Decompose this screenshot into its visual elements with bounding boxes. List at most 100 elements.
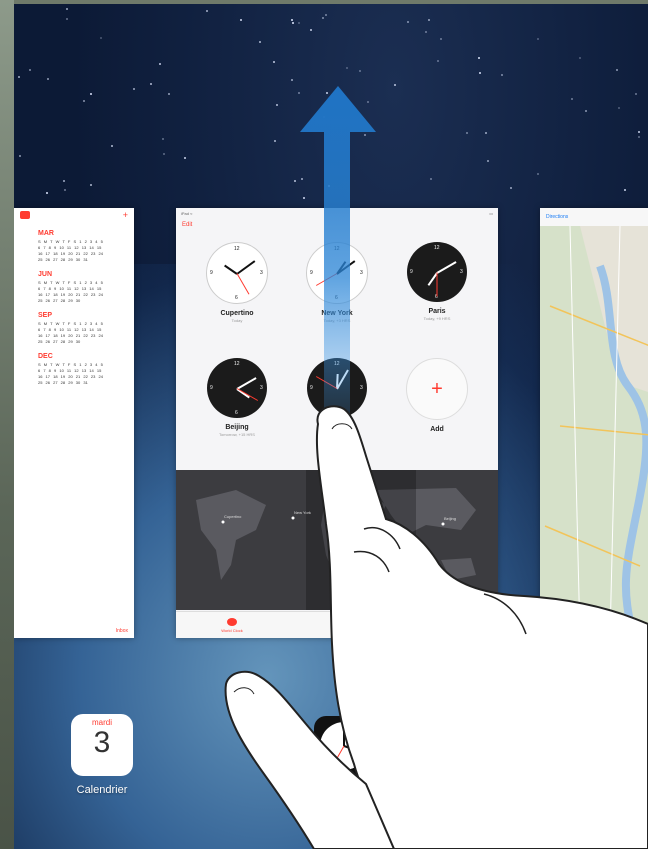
time-offset: Today, +3 HRS [323,318,351,323]
star [326,91,329,94]
star [346,66,349,69]
star [440,37,443,40]
star [272,60,275,63]
tab-world-clock[interactable]: World Clock [221,617,243,633]
star [149,82,152,85]
star [273,140,276,143]
calendar-app-card[interactable]: + MAR S M T W T F S 1 2 3 4 5 6 7 8 9 10… [14,208,134,638]
world-clock-item[interactable]: 12 3 6 9 New York Today, +3 HRS [292,242,382,323]
star [618,106,621,109]
world-clock-item[interactable]: 12 3 6 9 Cupertino Today [192,242,282,323]
star [82,99,85,102]
add-event-icon: + [122,210,128,220]
star [64,189,67,192]
month-block: SEP S M T W T F S 1 2 3 4 5 6 7 8 9 10 1… [14,312,134,345]
clock-app-card[interactable]: iPad ≈ ▭ Edit 12 3 6 9 Cupertino Today 12 3 6… [176,208,498,638]
month-grid: S M T W T F S 1 2 3 4 5 6 7 8 9 10 11 12… [38,321,103,344]
star [325,14,328,17]
map-label: New York [294,510,311,515]
add-clock-item[interactable]: + Add [392,358,482,433]
world-map: Cupertino New York Paris Beijing [176,470,498,610]
clock-hand [236,273,250,295]
tab-label: Alarm [333,627,344,633]
star [133,87,136,90]
directions-link[interactable]: Directions [540,208,648,226]
time-offset: Today [231,318,243,323]
star [358,70,361,73]
map-label: Cupertino [224,514,242,519]
star [479,71,482,74]
clock-hand [315,273,338,286]
star [584,109,587,112]
calendar-app-icon[interactable]: mardi 3 [71,714,133,776]
clock-numeral: 12 [334,246,340,252]
tab-label: Stopwatch [434,627,453,633]
star [45,191,48,194]
clock-numeral: 9 [310,385,313,391]
clock-numeral: 3 [260,270,263,276]
star [89,183,92,186]
star [363,134,366,137]
star [163,152,166,155]
star [537,172,540,175]
month-block: JUN S M T W T F S 1 2 3 4 5 6 7 8 9 10 1… [14,271,134,304]
inbox-link[interactable]: Inbox [116,628,128,634]
star [297,22,300,25]
star [297,91,300,94]
clock-app-icon[interactable] [314,716,374,776]
star [484,132,487,135]
clock-hand [436,272,438,297]
world-clock-item[interactable]: 12 3 6 9 Paris Today, +9 HRS [392,242,482,321]
star [570,98,573,101]
maps-app-card[interactable]: Directions [540,208,648,638]
analog-clock-face: 12 3 6 9 [207,358,267,418]
world-clock-item[interactable]: 12 3 6 9 [292,358,382,418]
time-offset: Tomorrow, +15 HRS [219,432,255,437]
wifi-icon: iPad ≈ [181,210,193,216]
month-grid: S M T W T F S 1 2 3 4 5 6 7 8 9 10 11 12… [38,280,103,303]
clock-numeral: 12 [434,245,440,251]
star [615,68,618,71]
clock-hand [236,388,259,401]
star [393,84,396,87]
star [510,186,512,189]
city-name: Cupertino [220,310,254,317]
alarm-icon [333,617,344,626]
star [167,92,170,95]
clock-numeral: 6 [235,410,238,416]
clock-numeral: 6 [235,295,238,301]
clock-numeral: 3 [460,269,463,275]
month-name: JUN [38,271,53,278]
star [500,74,503,77]
calendar-icon-date: 3 [93,726,111,759]
clock-numeral: 3 [360,270,363,276]
analog-clock-face: 12 3 6 9 [206,242,268,304]
world-clock-item[interactable]: 12 3 6 9 Beijing Tomorrow, +15 HRS [192,358,282,437]
clock-numeral: 3 [260,385,263,391]
status-bar: iPad ≈ ▭ [176,208,498,218]
map-label: Beijing [444,516,456,521]
star [159,63,162,66]
star [486,160,489,163]
star [624,189,627,192]
city-name: Beijing [225,424,249,431]
star [259,40,262,43]
star [162,138,165,141]
clock-numeral: 12 [234,246,240,252]
calendar-card-header: + [14,208,134,222]
edit-button[interactable]: Edit [182,222,192,228]
month-name: SEP [38,312,53,319]
calendar-app-label: Calendrier [76,784,128,796]
month-name: DEC [38,353,53,360]
tab-stopwatch[interactable]: Stopwatch [434,617,453,633]
star [309,29,312,32]
star [301,178,304,181]
star [66,17,69,20]
month-name: MAR [38,230,54,237]
device-edge [0,0,14,849]
analog-clock-face: 12 3 6 9 [307,358,367,418]
back-icon [20,211,30,219]
star [578,56,581,59]
star [328,185,331,188]
tab-alarm[interactable]: Alarm [333,617,344,633]
